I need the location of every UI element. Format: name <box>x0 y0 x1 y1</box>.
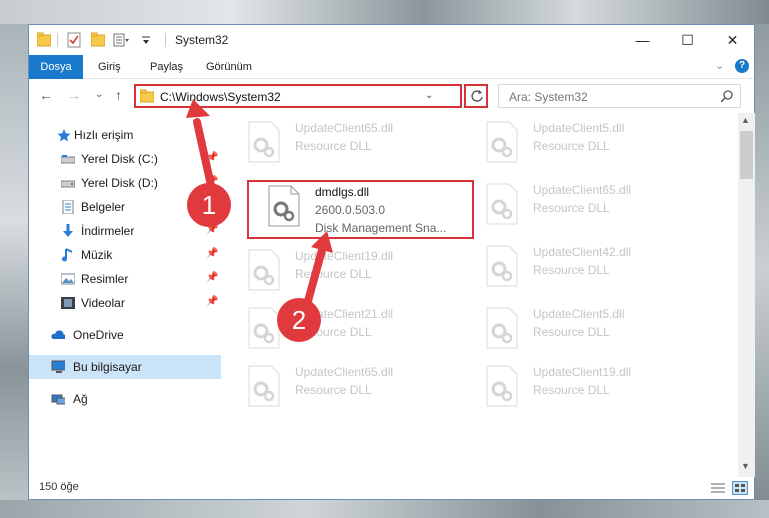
annotation-arrows <box>186 99 333 316</box>
arrow-to-address-bar <box>186 99 216 194</box>
step-2-badge: 2 <box>277 298 321 342</box>
step-1-badge: 1 <box>187 183 231 227</box>
